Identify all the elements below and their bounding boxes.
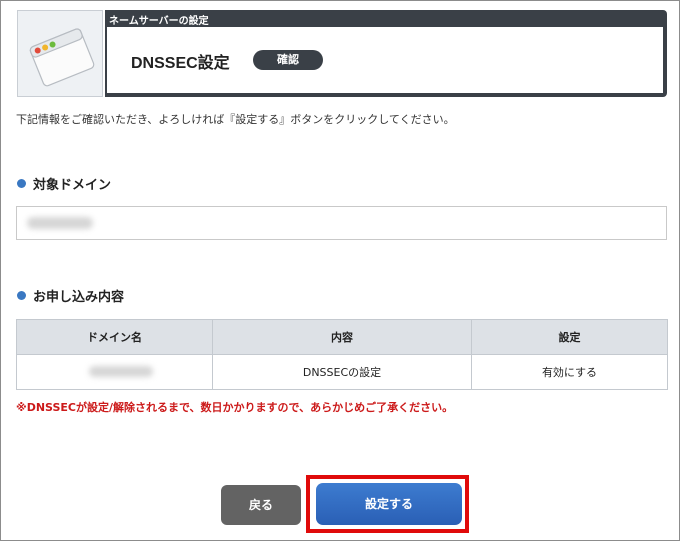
back-button[interactable]: 戻る	[221, 485, 301, 525]
submit-button[interactable]: 設定する	[316, 483, 462, 525]
instruction-text: 下記情報をご確認いただき、よろしければ『設定する』ボタンをクリックしてください。	[16, 113, 455, 126]
section-title-order-details: お申し込み内容	[17, 286, 124, 305]
app-window-icon	[17, 10, 103, 97]
table-header-row: ドメイン名 内容 設定	[16, 319, 668, 355]
status-badge: 確認	[253, 50, 323, 70]
cell-content: DNSSECの設定	[212, 354, 472, 390]
warning-text: ※DNSSECが設定/解除されるまで、数日かかりますので、あらかじめご了承くださ…	[16, 401, 454, 414]
header-panel: ネームサーバーの設定 DNSSEC設定 確認	[105, 10, 667, 97]
cell-setting: 有効にする	[471, 354, 668, 390]
table-row: DNSSECの設定 有効にする	[16, 354, 668, 390]
header-inner: DNSSEC設定 確認	[107, 27, 663, 93]
redacted-domain	[27, 217, 93, 229]
bullet-icon	[17, 179, 26, 188]
cell-domain	[16, 354, 213, 390]
target-domain-field	[16, 206, 667, 240]
bullet-icon	[17, 291, 26, 300]
page-title: DNSSEC設定	[131, 55, 230, 72]
order-table: ドメイン名 内容 設定 DNSSECの設定 有効にする	[16, 319, 668, 390]
header-category: ネームサーバーの設定	[109, 16, 209, 27]
column-header-domain: ドメイン名	[16, 319, 213, 355]
page-header: ネームサーバーの設定 DNSSEC設定 確認	[17, 10, 667, 97]
page-frame: ネームサーバーの設定 DNSSEC設定 確認 下記情報をご確認いただき、よろしけ…	[0, 0, 680, 541]
column-header-content: 内容	[212, 319, 472, 355]
column-header-setting: 設定	[471, 319, 668, 355]
section-title-label: お申し込み内容	[33, 290, 125, 305]
section-title-label: 対象ドメイン	[33, 178, 112, 193]
section-title-target-domain: 対象ドメイン	[17, 174, 111, 193]
redacted-domain	[89, 366, 153, 377]
